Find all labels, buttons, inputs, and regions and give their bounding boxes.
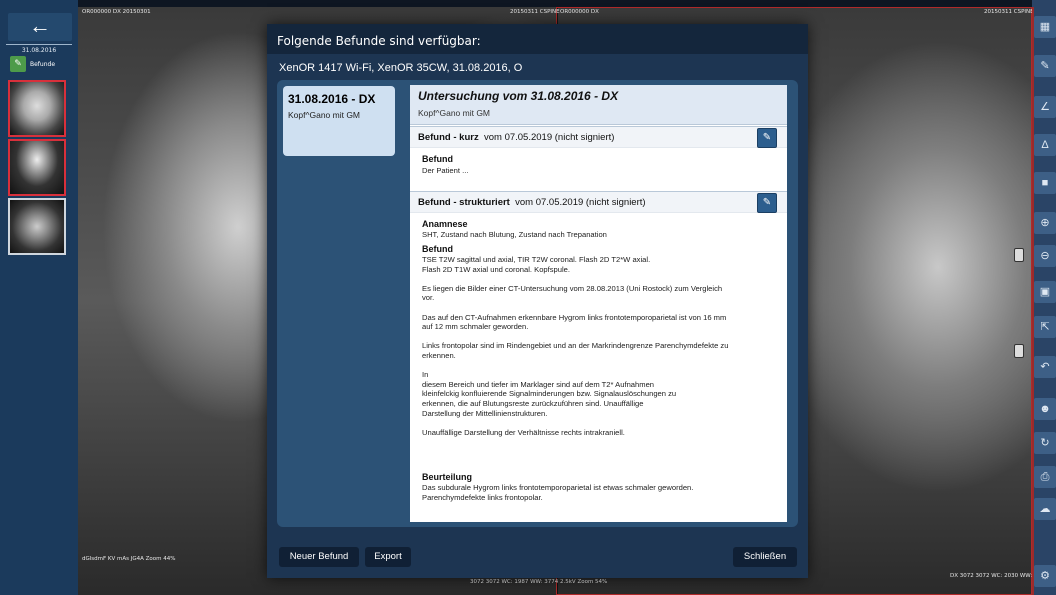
series-thumbnail[interactable] xyxy=(8,198,66,255)
edit-short-report-button[interactable]: ✎ xyxy=(757,128,777,148)
toolbar-edge xyxy=(1032,7,1034,595)
befunde-button[interactable]: ✎ Befunde xyxy=(8,56,72,74)
new-report-button[interactable]: Neuer Befund xyxy=(279,547,359,567)
move-icon[interactable]: ⇱ xyxy=(1034,316,1056,338)
close-button[interactable]: Schließen xyxy=(733,547,797,567)
pen-icon[interactable]: ✎ xyxy=(1034,55,1056,77)
app-root: ← 31.08.2016 ✎ Befunde OR000000 DX 20150… xyxy=(0,0,1056,595)
settings-icon[interactable]: ⚙ xyxy=(1034,565,1056,587)
study-date: 31.08.2016 xyxy=(21,47,57,54)
thumbnail-image xyxy=(10,141,64,194)
series-thumbnail[interactable] xyxy=(8,80,66,137)
beurteilung-label: Beurteilung xyxy=(422,472,473,482)
overlay-top-left: OR000000 DX xyxy=(560,9,599,15)
exam-date: 31.08.2016 - DX xyxy=(288,92,376,106)
befund-label: Befund xyxy=(422,244,453,254)
exam-list-item[interactable]: 31.08.2016 - DX Kopf^Gano mit GM xyxy=(283,86,395,156)
beurteilung-text: Das subdurale Hygrom links frontotemporo… xyxy=(422,483,694,502)
window-icon[interactable]: ■ xyxy=(1034,172,1056,194)
befund-text: TSE T2W sagittal und axial, TIR T2W coro… xyxy=(422,255,729,437)
report-header-subtitle: Kopf^Gano mit GM xyxy=(418,108,491,118)
short-report-header: Befund - kurz vom 07.05.2019 (nicht sign… xyxy=(410,126,787,148)
overlay-top-right: 20150311 CSPINE xyxy=(984,9,1034,15)
edit-structured-report-button[interactable]: ✎ xyxy=(757,193,777,213)
overlay-bottom-right: 3072 3072 WC: 1987 WW: 3774 xyxy=(470,579,559,585)
zoom-out-icon[interactable]: ⊖ xyxy=(1034,245,1056,267)
top-bar xyxy=(78,0,1056,7)
arrow-left-icon: ← xyxy=(29,13,51,38)
overlay-top-left: OR000000 DX 20150301 xyxy=(82,9,151,15)
overlay-bottom-left: dGlsdmF KV mAs JG4A Zoom 44% xyxy=(82,556,176,562)
report-header-title: Untersuchung vom 31.08.2016 - DX xyxy=(418,89,619,103)
structured-report-title: Befund - strukturiert vom 07.05.2019 (ni… xyxy=(418,197,646,208)
thumbnail-image xyxy=(10,82,64,135)
divider xyxy=(6,44,72,45)
edit-icon: ✎ xyxy=(762,132,772,143)
short-report-title: Befund - kurz vom 07.05.2019 (nicht sign… xyxy=(418,132,615,143)
report-header: Untersuchung vom 31.08.2016 - DX Kopf^Ga… xyxy=(410,85,787,125)
window-slider-handle[interactable] xyxy=(1014,344,1024,358)
dialog-subtitle: XenOR 1417 Wi-Fi, XenOR 35CW, 31.08.2016… xyxy=(279,62,523,74)
angle-icon[interactable]: Δ xyxy=(1034,134,1056,156)
right-toolbar: ▦ ✎ ∠ Δ ■ ⊕ ⊖ ▣ ⇱ ↶ ☻ ↻ ⎙ ☁ ⚙ xyxy=(1032,0,1056,595)
series-strip: ← 31.08.2016 ✎ Befunde xyxy=(0,0,78,595)
thumbnail-image xyxy=(10,200,64,253)
cloud-icon[interactable]: ☁ xyxy=(1034,498,1056,520)
undo-icon[interactable]: ↶ xyxy=(1034,356,1056,378)
overlay-top-right: 20150311 CSPINE xyxy=(510,9,560,15)
fit-icon[interactable]: ▣ xyxy=(1034,281,1056,303)
report-panel: Untersuchung vom 31.08.2016 - DX Kopf^Ga… xyxy=(410,85,787,522)
dialog-title: Folgende Befunde sind verfügbar: xyxy=(267,24,808,54)
window-slider-handle[interactable] xyxy=(1014,248,1024,262)
befunde-dialog: Folgende Befunde sind verfügbar: XenOR 1… xyxy=(267,24,808,578)
rotate-icon[interactable]: ↻ xyxy=(1034,432,1056,454)
print-icon[interactable]: ⎙ xyxy=(1034,466,1056,488)
user-icon[interactable]: ☻ xyxy=(1034,398,1056,420)
exam-description: Kopf^Gano mit GM xyxy=(288,110,361,120)
report-icon: ✎ xyxy=(10,56,26,72)
edit-icon: ✎ xyxy=(762,197,772,208)
layout-icon[interactable]: ▦ xyxy=(1034,16,1056,38)
measure-icon[interactable]: ∠ xyxy=(1034,96,1056,118)
structured-report-header: Befund - strukturiert vom 07.05.2019 (ni… xyxy=(410,191,787,213)
overlay-bottom-right: DX 3072 3072 WC: 2030 WW: 3808 xyxy=(950,573,1049,579)
short-befund-text: Der Patient ... xyxy=(422,166,469,175)
series-thumbnail[interactable] xyxy=(8,139,66,196)
overlay-bottom-left: 2.5kV Zoom 54% xyxy=(560,579,608,585)
dialog-content: 31.08.2016 - DX Kopf^Gano mit GM Untersu… xyxy=(277,80,798,527)
back-button[interactable]: ← xyxy=(8,13,72,41)
zoom-in-icon[interactable]: ⊕ xyxy=(1034,212,1056,234)
anamnese-label: Anamnese xyxy=(422,219,468,229)
export-button[interactable]: Export xyxy=(365,547,411,567)
anamnese-text: SHT, Zustand nach Blutung, Zustand nach … xyxy=(422,230,607,239)
befunde-label: Befunde xyxy=(30,61,56,68)
short-befund-label: Befund xyxy=(422,154,453,164)
